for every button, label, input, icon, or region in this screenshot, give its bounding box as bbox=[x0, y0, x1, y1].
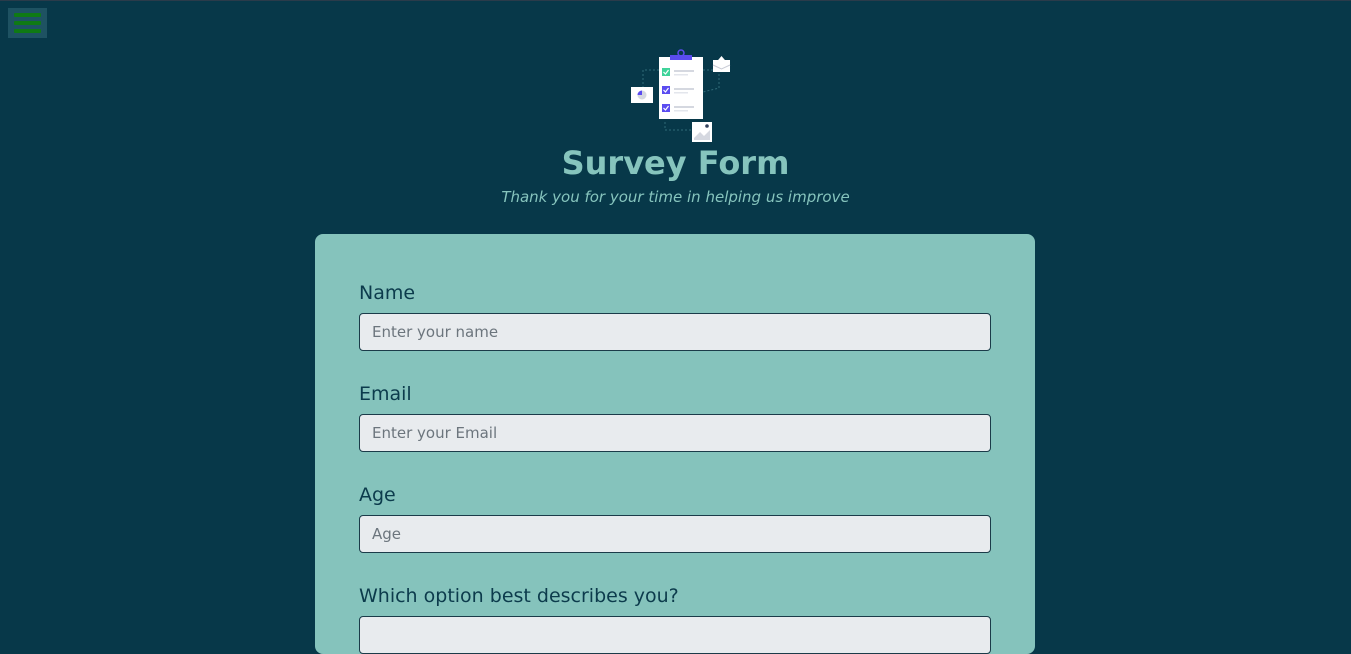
page-subtitle: Thank you for your time in helping us im… bbox=[501, 188, 850, 206]
page-title: Survey Form bbox=[561, 144, 790, 182]
name-field-group: Name bbox=[359, 282, 991, 351]
menu-bar-middle bbox=[14, 21, 41, 25]
email-label: Email bbox=[359, 383, 412, 405]
survey-form: Name Email Age Which option best describ… bbox=[315, 234, 1035, 654]
email-field-group: Email bbox=[359, 383, 991, 452]
menu-bar-top bbox=[14, 13, 41, 17]
email-input[interactable] bbox=[359, 414, 991, 452]
survey-checklist-illustration-icon bbox=[630, 49, 730, 142]
name-label: Name bbox=[359, 282, 416, 304]
role-select[interactable] bbox=[359, 616, 991, 654]
role-field-group: Which option best describes you? bbox=[359, 585, 991, 654]
age-label: Age bbox=[359, 484, 396, 506]
name-input[interactable] bbox=[359, 313, 991, 351]
menu-bar-bottom bbox=[14, 29, 41, 33]
age-input[interactable] bbox=[359, 515, 991, 553]
page-header: Survey Form Thank you for your time in h… bbox=[0, 48, 1351, 206]
hamburger-menu-button[interactable] bbox=[8, 8, 47, 38]
role-question-label: Which option best describes you? bbox=[359, 585, 679, 607]
age-field-group: Age bbox=[359, 484, 991, 553]
top-border bbox=[0, 0, 1351, 1]
